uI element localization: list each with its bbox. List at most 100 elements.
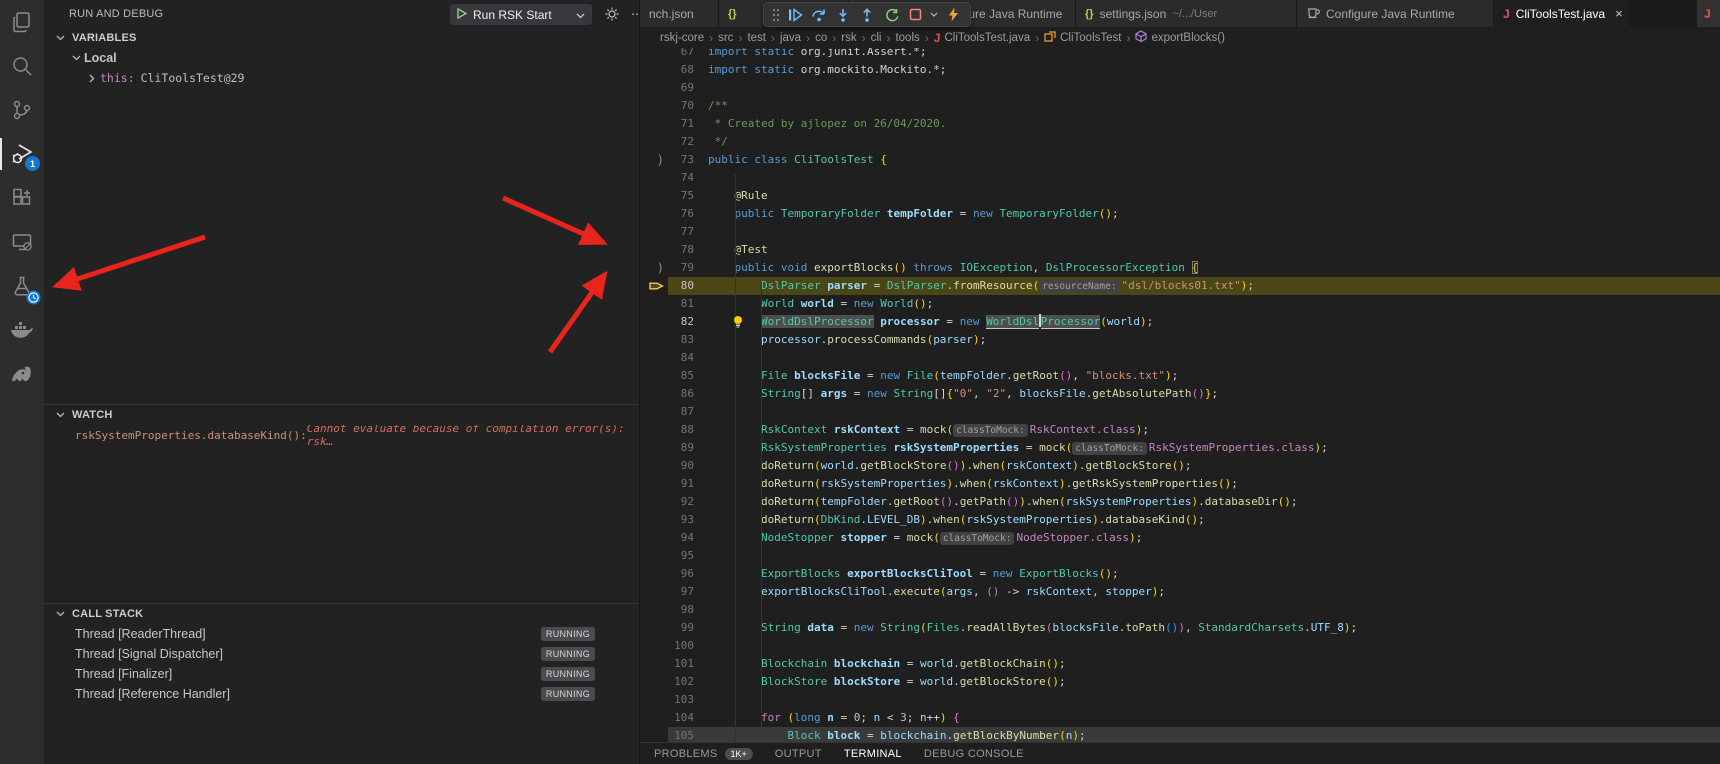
watch-header[interactable]: WATCH xyxy=(44,405,639,425)
code-line-69[interactable]: 69 xyxy=(640,79,1720,97)
panel-tab-problems[interactable]: PROBLEMS1K+ xyxy=(654,748,753,760)
variables-header[interactable]: VARIABLES xyxy=(44,28,639,48)
code-line-100[interactable]: 100 xyxy=(640,637,1720,655)
line-number: 105 xyxy=(668,727,708,742)
close-icon[interactable]: × xyxy=(1615,6,1623,21)
code-line-90[interactable]: 90 doReturn(world.getBlockStore()).when(… xyxy=(640,457,1720,475)
breadcrumb-item[interactable]: cli xyxy=(871,32,882,44)
panel-tab-terminal[interactable]: TERMINAL xyxy=(844,748,902,760)
editor-tab-nch-json[interactable]: nch.json xyxy=(640,0,719,27)
code-line-87[interactable]: 87 xyxy=(640,403,1720,421)
variables-scope-local[interactable]: Local xyxy=(44,48,639,68)
call-stack-thread-row[interactable]: Thread [Signal Dispatcher]RUNNING xyxy=(44,644,639,664)
lightbulb-icon[interactable] xyxy=(732,315,744,334)
testing-icon[interactable] xyxy=(0,264,44,308)
breadcrumb-item[interactable]: tools xyxy=(895,32,919,44)
code-line-81[interactable]: 81 World world = new World(); xyxy=(640,295,1720,313)
code-line-67[interactable]: 67import static org.junit.Assert.*; xyxy=(640,48,1720,61)
code-line-84[interactable]: 84 xyxy=(640,349,1720,367)
code-line-89[interactable]: 89 RskSystemProperties rskSystemProperti… xyxy=(640,439,1720,457)
gutter xyxy=(640,619,668,637)
code-line-71[interactable]: 71 * Created by ajlopez on 26/04/2020. xyxy=(640,115,1720,133)
breadcrumb-item[interactable]: java xyxy=(780,32,801,44)
step-into-button[interactable] xyxy=(831,3,855,26)
code-line-78[interactable]: 78 @Test xyxy=(640,241,1720,259)
code-line-102[interactable]: 102 BlockStore blockStore = world.getBlo… xyxy=(640,673,1720,691)
run-and-debug-icon[interactable]: 1 xyxy=(0,132,44,176)
line-number: 75 xyxy=(668,187,708,205)
editor-tab-clitoolstest-java[interactable]: JCliToolsTest.java× xyxy=(1494,0,1630,27)
breadcrumb-item[interactable]: rsk xyxy=(841,32,856,44)
search-icon[interactable] xyxy=(0,44,44,88)
code-line-88[interactable]: 88 RskContext rskContext = mock(classToM… xyxy=(640,421,1720,439)
code-line-86[interactable]: 86 String[] args = new String[]{"0", "2"… xyxy=(640,385,1720,403)
code-line-94[interactable]: 94 NodeStopper stopper = mock(classToMoc… xyxy=(640,529,1720,547)
stop-dropdown-button[interactable] xyxy=(927,3,941,26)
continue-button[interactable] xyxy=(783,3,807,26)
code-line-76[interactable]: 76 public TemporaryFolder tempFolder = n… xyxy=(640,205,1720,223)
call-stack-header[interactable]: CALL STACK xyxy=(44,604,639,624)
stop-button[interactable] xyxy=(903,3,927,26)
call-stack-thread-row[interactable]: Thread [ReaderThread]RUNNING xyxy=(44,624,639,644)
step-out-button[interactable] xyxy=(855,3,879,26)
breadcrumb-item[interactable]: CliToolsTest xyxy=(1044,30,1121,45)
code-line-74[interactable]: 74 xyxy=(640,169,1720,187)
call-stack-thread-row[interactable]: Thread [Finalizer]RUNNING xyxy=(44,664,639,684)
line-number: 81 xyxy=(668,295,708,313)
code-line-77[interactable]: 77 xyxy=(640,223,1720,241)
thread-status-badge: RUNNING xyxy=(541,667,595,681)
call-stack-thread-row[interactable]: Thread [Reference Handler]RUNNING xyxy=(44,684,639,704)
code-line-96[interactable]: 96 ExportBlocks exportBlocksCliTool = ne… xyxy=(640,565,1720,583)
code-line-98[interactable]: 98 xyxy=(640,601,1720,619)
breadcrumb-item[interactable]: rskj-core xyxy=(660,32,704,44)
code-line-93[interactable]: 93 doReturn(DbKind.LEVEL_DB).when(rskSys… xyxy=(640,511,1720,529)
code-line-103[interactable]: 103 xyxy=(640,691,1720,709)
tab-overflow-fragment[interactable]: J xyxy=(1697,0,1720,27)
breadcrumb-item[interactable]: JCliToolsTest.java xyxy=(934,31,1030,45)
breadcrumb-item[interactable]: exportBlocks() xyxy=(1135,30,1225,45)
code-editor[interactable]: 67import static org.junit.Assert.*;68imp… xyxy=(640,48,1720,742)
step-over-button[interactable] xyxy=(807,3,831,26)
source-control-icon[interactable] xyxy=(0,88,44,132)
code-line-105[interactable]: 105 Block block = blockchain.getBlockByN… xyxy=(640,727,1720,742)
code-line-92[interactable]: 92 doReturn(tempFolder.getRoot().getPath… xyxy=(640,493,1720,511)
breadcrumb-item[interactable]: test xyxy=(747,32,766,44)
panel-tab-debug-console[interactable]: DEBUG CONSOLE xyxy=(924,748,1024,760)
code-line-104[interactable]: 104 for (long n = 0; n < 3; n++) { xyxy=(640,709,1720,727)
breadcrumb-item[interactable]: co xyxy=(815,32,827,44)
code-line-68[interactable]: 68import static org.mockito.Mockito.*; xyxy=(640,61,1720,79)
gear-icon[interactable] xyxy=(603,5,621,23)
code-line-73[interactable]: )73public class CliToolsTest { xyxy=(640,151,1720,169)
drag-grip-handle[interactable] xyxy=(769,3,783,26)
watch-expression-row[interactable]: rskSystemProperties.databaseKind(): Cann… xyxy=(44,425,639,445)
restart-button[interactable] xyxy=(879,3,903,26)
code-line-80[interactable]: 80 DslParser parser = DslParser.fromReso… xyxy=(640,277,1720,295)
run-config-dropdown[interactable]: Run RSK Start xyxy=(450,4,592,25)
explorer-icon[interactable] xyxy=(0,0,44,44)
breadcrumb-item[interactable]: src xyxy=(718,32,733,44)
editor-tab-configure-java-runtime[interactable]: Configure Java Runtime xyxy=(1297,0,1494,27)
docker-icon[interactable] xyxy=(0,308,44,352)
code-line-72[interactable]: 72 */ xyxy=(640,133,1720,151)
editor-tab-settings-json[interactable]: {}settings.json~/.../User xyxy=(1076,0,1297,27)
code-line-83[interactable]: 83 processor.processCommands(parser); xyxy=(640,331,1720,349)
panel-tab-output[interactable]: OUTPUT xyxy=(775,748,822,760)
code-text: DslParser parser = DslParser.fromResourc… xyxy=(708,277,1254,295)
code-line-91[interactable]: 91 doReturn(rskSystemProperties).when(rs… xyxy=(640,475,1720,493)
code-line-99[interactable]: 99 String data = new String(Files.readAl… xyxy=(640,619,1720,637)
remote-explorer-icon[interactable] xyxy=(0,220,44,264)
code-line-101[interactable]: 101 Blockchain blockchain = world.getBlo… xyxy=(640,655,1720,673)
code-line-85[interactable]: 85 File blocksFile = new File(tempFolder… xyxy=(640,367,1720,385)
chevron-right-icon xyxy=(84,74,100,83)
code-line-79[interactable]: )79 public void exportBlocks() throws IO… xyxy=(640,259,1720,277)
gradle-icon[interactable] xyxy=(0,352,44,396)
variable-this[interactable]: this: CliToolsTest@29 xyxy=(44,68,639,88)
code-line-75[interactable]: 75 @Rule xyxy=(640,187,1720,205)
code-line-70[interactable]: 70/** xyxy=(640,97,1720,115)
code-line-95[interactable]: 95 xyxy=(640,547,1720,565)
code-line-82[interactable]: 82 WorldDslProcessor processor = new Wor… xyxy=(640,313,1720,331)
code-line-97[interactable]: 97 exportBlocksCliTool.execute(args, () … xyxy=(640,583,1720,601)
hot-code-replace-button[interactable] xyxy=(941,3,965,26)
extensions-icon[interactable] xyxy=(0,176,44,220)
problems-count-badge: 1K+ xyxy=(725,748,753,760)
